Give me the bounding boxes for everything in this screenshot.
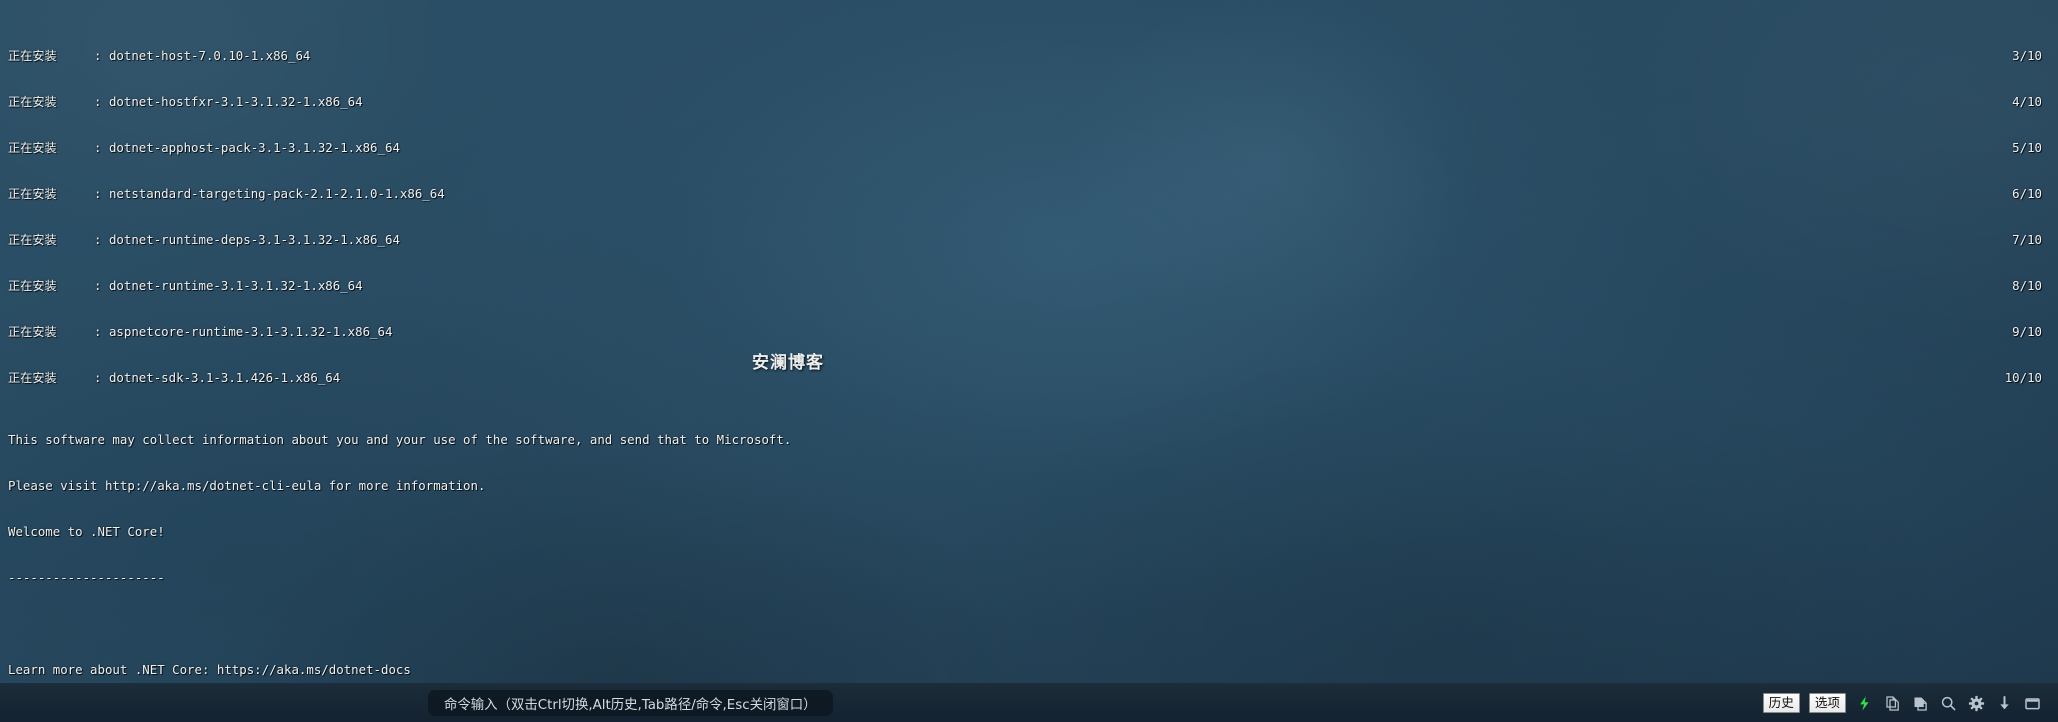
sep: : [56,186,109,202]
terminal-window: 正在安装 : dotnet-host-7.0.10-1.x86_64 3/10 正… [0,0,2058,722]
command-input-hint[interactable]: 命令输入（双击Ctrl切换,Alt历史,Tab路径/命令,Esc关闭窗口） [428,690,833,716]
sep: : [56,324,109,340]
install-label: 正在安装 [8,233,57,248]
sep: : [56,48,109,64]
package-name: dotnet-hostfxr-3.1-3.1.32-1.x86_64 [108,94,363,110]
terminal-output[interactable]: 正在安装 : dotnet-host-7.0.10-1.x86_64 3/10 正… [0,0,2058,722]
progress-counter: 7/10 [2012,232,2042,248]
sep: : [56,140,109,156]
welcome-rule: --------------------- [8,569,165,585]
install-line: 正在安装 : dotnet-host-7.0.10-1.x86_64 3/10 [8,48,2050,63]
install-line: 正在安装 : dotnet-sdk-3.1-3.1.426-1.x86_64 10… [8,370,2050,385]
search-icon[interactable] [1939,694,1958,713]
progress-counter: 10/10 [2004,370,2042,386]
install-label: 正在安装 [8,141,57,156]
copy-icon[interactable] [1883,694,1902,713]
eula-line-2: Please visit http://aka.ms/dotnet-cli-eu… [8,477,486,493]
window-icon[interactable] [2023,694,2042,713]
progress-counter: 6/10 [2012,186,2042,202]
learn-more-line: Learn more about .NET Core: https://aka.… [8,661,411,677]
install-line: 正在安装 : dotnet-hostfxr-3.1-3.1.32-1.x86_6… [8,94,2050,109]
package-name: dotnet-runtime-3.1-3.1.32-1.x86_64 [108,278,363,294]
install-line: 正在安装 : dotnet-runtime-deps-3.1-3.1.32-1.… [8,232,2050,247]
options-button[interactable]: 选项 [1808,693,1846,713]
paste-icon[interactable] [1911,694,1930,713]
sep: : [56,232,109,248]
package-name: dotnet-apphost-pack-3.1-3.1.32-1.x86_64 [108,140,400,156]
history-button[interactable]: 历史 [1762,693,1800,713]
eula-line-1: This software may collect information ab… [8,431,792,447]
install-line: 正在安装 : dotnet-apphost-pack-3.1-3.1.32-1.… [8,140,2050,155]
install-label: 正在安装 [8,95,57,110]
gear-icon[interactable] [1967,694,1986,713]
progress-counter: 9/10 [2012,324,2042,340]
install-line: 正在安装 : aspnetcore-runtime-3.1-3.1.32-1.x… [8,324,2050,339]
package-name: aspnetcore-runtime-3.1-3.1.32-1.x86_64 [108,324,393,340]
download-arrow-icon[interactable] [1995,694,2014,713]
package-name: netstandard-targeting-pack-2.1-2.1.0-1.x… [108,186,445,202]
install-label: 正在安装 [8,279,57,294]
install-line: 正在安装 : dotnet-runtime-3.1-3.1.32-1.x86_6… [8,278,2050,293]
progress-counter: 3/10 [2012,48,2042,64]
progress-counter: 5/10 [2012,140,2042,156]
package-name: dotnet-host-7.0.10-1.x86_64 [108,48,311,64]
progress-counter: 4/10 [2012,94,2042,110]
package-name: dotnet-runtime-deps-3.1-3.1.32-1.x86_64 [108,232,400,248]
sep: : [56,278,109,294]
sep: : [56,370,109,386]
package-name: dotnet-sdk-3.1-3.1.426-1.x86_64 [108,370,341,386]
lightning-bolt-icon[interactable] [1855,694,1874,713]
install-label: 正在安装 [8,325,57,340]
install-label: 正在安装 [8,187,57,202]
sep: : [56,94,109,110]
install-label: 正在安装 [8,49,57,64]
progress-counter: 8/10 [2012,278,2042,294]
toolbar: 历史 选项 [1762,684,2042,722]
status-bar: 命令输入（双击Ctrl切换,Alt历史,Tab路径/命令,Esc关闭窗口） 历史… [0,683,2058,722]
install-line: 正在安装 : netstandard-targeting-pack-2.1-2.… [8,186,2050,201]
welcome-line: Welcome to .NET Core! [8,523,165,539]
install-label: 正在安装 [8,371,57,386]
